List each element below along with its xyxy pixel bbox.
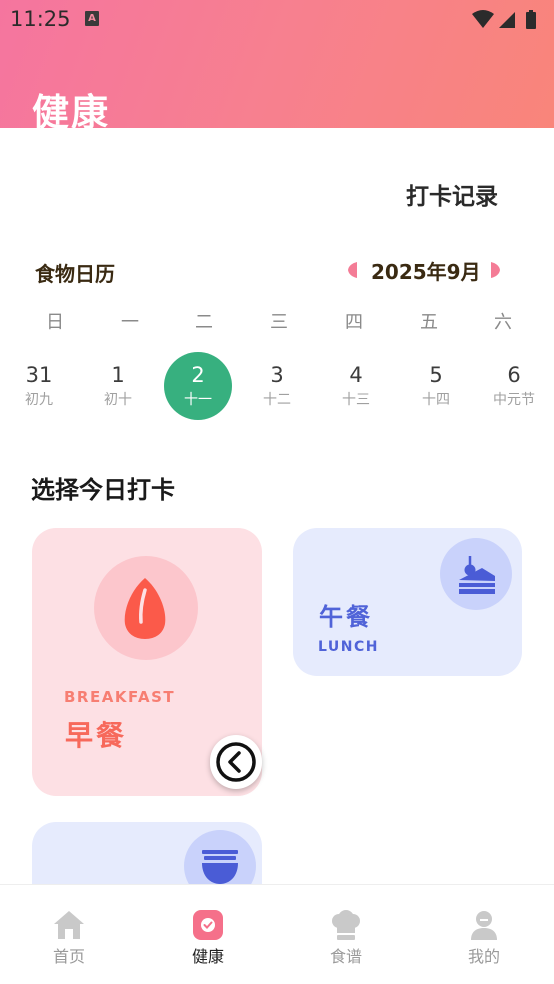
section-title: 选择今日打卡 bbox=[31, 476, 175, 504]
tab-label: 首页 bbox=[52, 947, 85, 966]
day-lunar: 初十 bbox=[104, 392, 132, 408]
weekday-label: 日 bbox=[46, 312, 64, 333]
calendar-day[interactable]: 3 十二 bbox=[243, 352, 311, 420]
weekday-label: 六 bbox=[494, 312, 512, 333]
day-lunar: 十一 bbox=[184, 392, 212, 408]
status-time: 11:25 bbox=[10, 7, 71, 31]
bowl-icon bbox=[202, 850, 238, 884]
breakfast-icon-circle bbox=[94, 556, 198, 660]
bottom-tab-bar: 首页 健康 食谱 我的 bbox=[0, 884, 554, 984]
calendar-day[interactable]: 4 十三 bbox=[322, 352, 390, 420]
chevron-left-icon bbox=[216, 742, 256, 782]
page-title: 健康 bbox=[32, 91, 110, 134]
header-bar: 11:25 A 健康 bbox=[0, 0, 554, 134]
floating-back-button[interactable] bbox=[210, 735, 262, 789]
status-icons bbox=[472, 10, 536, 29]
month-label: 2025年9月 bbox=[371, 260, 481, 284]
calendar-day[interactable]: 5 十四 bbox=[402, 352, 470, 420]
home-icon bbox=[54, 911, 84, 939]
day-number: 5 bbox=[429, 363, 443, 387]
prev-month-icon[interactable] bbox=[344, 258, 360, 282]
day-lunar: 十三 bbox=[342, 392, 370, 408]
cake-slice-icon bbox=[459, 556, 495, 594]
tab-home[interactable]: 首页 bbox=[24, 885, 114, 975]
food-calendar-title: 食物日历 bbox=[35, 262, 115, 286]
weekday-label: 一 bbox=[121, 312, 139, 333]
day-number: 6 bbox=[507, 363, 521, 387]
battery-icon bbox=[526, 12, 536, 29]
day-number: 1 bbox=[111, 363, 125, 387]
almond-icon bbox=[124, 578, 166, 639]
profile-icon bbox=[471, 911, 497, 940]
lunch-label-en: LUNCH bbox=[318, 639, 379, 655]
tab-label: 健康 bbox=[191, 947, 224, 966]
day-number: 4 bbox=[349, 363, 363, 387]
next-month-icon[interactable] bbox=[488, 258, 504, 282]
wifi-icon bbox=[472, 10, 494, 28]
calendar-day-selected[interactable]: 2 十一 bbox=[164, 352, 232, 420]
tab-health[interactable]: 健康 bbox=[163, 885, 253, 975]
month-navigator: 2025年9月 bbox=[344, 256, 504, 286]
weekday-label: 二 bbox=[195, 312, 213, 333]
day-lunar: 初九 bbox=[25, 392, 53, 408]
calendar-day[interactable]: 6 中元节 bbox=[480, 352, 548, 420]
lunch-label-cn: 午餐 bbox=[319, 603, 373, 631]
tab-label: 我的 bbox=[467, 947, 500, 966]
tab-label: 食谱 bbox=[329, 947, 362, 966]
lunch-card[interactable]: 午餐 LUNCH bbox=[293, 528, 522, 676]
day-number: 2 bbox=[191, 363, 205, 387]
health-check-icon bbox=[193, 910, 223, 940]
tab-mine[interactable]: 我的 bbox=[439, 885, 529, 975]
day-number: 3 bbox=[270, 363, 284, 387]
day-lunar: 十二 bbox=[263, 392, 291, 408]
tab-recipes[interactable]: 食谱 bbox=[301, 885, 391, 975]
day-lunar: 中元节 bbox=[493, 392, 535, 408]
status-bar: 11:25 A bbox=[0, 0, 554, 38]
breakfast-label-en: BREAKFAST bbox=[64, 688, 176, 706]
weekday-label: 五 bbox=[420, 312, 438, 333]
lunch-icon-circle bbox=[440, 538, 512, 610]
day-number: 31 bbox=[25, 363, 53, 387]
breakfast-label-cn: 早餐 bbox=[65, 719, 128, 752]
day-lunar: 十四 bbox=[422, 392, 450, 408]
chef-hat-icon bbox=[332, 910, 360, 940]
calendar-day[interactable]: 1 初十 bbox=[84, 352, 152, 420]
signal-icon bbox=[499, 12, 515, 28]
weekday-label: 四 bbox=[345, 312, 363, 333]
weekday-label: 三 bbox=[270, 312, 288, 333]
calendar-day[interactable]: 31 初九 bbox=[5, 352, 73, 420]
notification-a-icon: A bbox=[85, 11, 99, 26]
checkin-record-button[interactable]: 打卡记录 bbox=[406, 177, 498, 211]
